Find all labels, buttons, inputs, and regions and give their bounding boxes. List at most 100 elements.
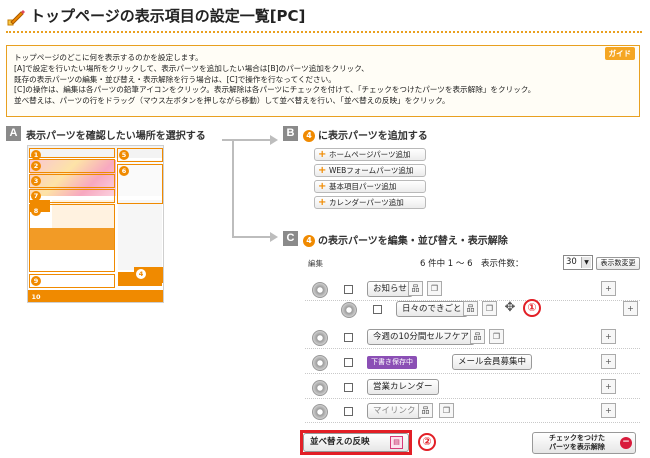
region-8[interactable]: 8 xyxy=(29,204,115,272)
copy-icon[interactable]: ❐ xyxy=(489,329,504,344)
region-4[interactable]: 4 xyxy=(134,267,163,283)
add-child-icon[interactable]: + xyxy=(601,281,616,296)
draft-status-badge: 下書き保存中 xyxy=(367,356,417,369)
section-b-title: 4 に表示パーツを追加する xyxy=(303,127,428,142)
guide-text: トップページのどこに何を表示するのかを設定します。 [A]で設定を行いたい場所を… xyxy=(14,53,535,107)
copy-icon[interactable]: ❐ xyxy=(439,403,454,418)
gear-icon[interactable] xyxy=(312,404,328,420)
section-a-letter: A xyxy=(6,126,21,141)
part-row-child[interactable]: 日々のできごと 品 ❐ ✥ ① + xyxy=(305,299,640,321)
row-checkbox[interactable] xyxy=(344,333,353,342)
gear-icon[interactable] xyxy=(312,380,328,396)
plus-icon: + xyxy=(318,197,327,208)
add-button-label: WEBフォームパーツ追加 xyxy=(329,166,414,175)
add-calendar-part-button[interactable]: + カレンダーパーツ追加 xyxy=(314,196,426,209)
change-count-button[interactable]: 表示数変更 xyxy=(596,257,640,270)
add-homepage-part-button[interactable]: + ホームページパーツ追加 xyxy=(314,148,426,161)
page-layout-thumbnail: 1 2 3 4 5 6 7 8 9 10 xyxy=(27,145,164,303)
part-name-button[interactable]: 日々のできごと xyxy=(396,301,468,317)
add-child-icon[interactable]: + xyxy=(601,403,616,418)
region-number: 3 xyxy=(31,176,41,186)
plus-icon: + xyxy=(318,149,327,160)
section-b-letter: B xyxy=(283,126,298,141)
sitemap-icon[interactable]: 品 xyxy=(418,403,433,418)
section-c-letter: C xyxy=(283,231,298,246)
connector-arrow xyxy=(232,236,270,238)
hide-button-label-line1: チェックをつけた xyxy=(549,434,605,442)
add-webform-part-button[interactable]: + WEBフォームパーツ追加 xyxy=(314,164,426,177)
gear-icon[interactable] xyxy=(341,302,357,318)
part-name-button[interactable]: メール会員募集中 xyxy=(452,354,533,370)
part-name-button[interactable]: マイリンク xyxy=(367,403,422,419)
edit-column-header: 編集 xyxy=(308,259,323,268)
pager-text: 6 件中 1 ～ 6 表示件数： xyxy=(420,259,524,269)
guide-tag: ガイド xyxy=(604,47,635,60)
region-number: 8 xyxy=(31,206,41,216)
per-page-select[interactable]: 30 ▼ xyxy=(563,255,593,270)
sitemap-icon[interactable]: 品 xyxy=(463,301,478,316)
guide-line: [A]で設定を行いたい場所をクリックして、表示パーツを追加したい場合は[B]のパ… xyxy=(14,63,369,73)
add-child-icon[interactable]: + xyxy=(601,379,616,394)
add-button-label: 基本項目パーツ追加 xyxy=(329,182,397,191)
part-row[interactable]: 今週の10分間セルフケア 品 ❐ + xyxy=(305,327,640,349)
per-page-value: 30 xyxy=(566,257,577,267)
row-checkbox[interactable] xyxy=(373,305,382,314)
part-row[interactable]: 営業カレンダー + xyxy=(305,377,640,399)
add-button-label: ホームページパーツ追加 xyxy=(329,150,411,159)
arrow-head-icon xyxy=(270,135,278,145)
guide-line: 並べ替えは、パーツの行をドラッグ（マウス左ボタンを押しながら移動）して並べ替えを… xyxy=(14,96,450,106)
region-2[interactable]: 2 xyxy=(29,159,115,173)
arrow-head-icon xyxy=(270,232,278,242)
connector-arrow xyxy=(232,139,270,141)
add-child-icon[interactable]: + xyxy=(601,329,616,344)
thumb-block xyxy=(118,200,162,270)
guide-line: 既存の表示パーツの編集・並び替え・表示解除を行う場合は、[C]で操作を行なってく… xyxy=(14,74,336,84)
add-child-icon[interactable]: + xyxy=(601,354,616,369)
gear-icon[interactable] xyxy=(312,355,328,371)
part-row[interactable]: お知らせ 品 ❐ + xyxy=(305,279,640,301)
region-number: 7 xyxy=(31,191,41,201)
region-1[interactable]: 1 xyxy=(29,148,115,160)
sitemap-icon[interactable]: 品 xyxy=(470,329,485,344)
plus-icon: + xyxy=(318,181,327,192)
part-name-button[interactable]: 今週の10分間セルフケア xyxy=(367,329,475,345)
region-7[interactable]: 7 xyxy=(29,189,115,203)
move-icon[interactable]: ✥ xyxy=(502,300,518,316)
page-title: トップページの表示項目の設定一覧[PC] xyxy=(30,7,306,25)
row-checkbox[interactable] xyxy=(344,407,353,416)
copy-icon[interactable]: ❐ xyxy=(482,301,497,316)
guide-box: ガイド トップページのどこに何を表示するのかを設定します。 [A]で設定を行いた… xyxy=(6,45,640,117)
region-5[interactable]: 5 xyxy=(117,148,163,162)
row-checkbox[interactable] xyxy=(344,285,353,294)
part-name-button[interactable]: 営業カレンダー xyxy=(367,379,439,395)
region-6[interactable]: 6 xyxy=(117,164,163,204)
title-divider xyxy=(6,31,642,33)
connector-arrow xyxy=(222,139,232,141)
section-c-title-text: の表示パーツを編集・並び替え・表示解除 xyxy=(318,236,508,247)
region-10[interactable]: 10 xyxy=(29,290,163,302)
row-checkbox[interactable] xyxy=(344,383,353,392)
part-name-button[interactable]: お知らせ xyxy=(367,281,413,297)
region-3[interactable]: 3 xyxy=(29,174,115,188)
section-c-title: 4 の表示パーツを編集・並び替え・表示解除 xyxy=(303,232,508,247)
part-row[interactable]: 下書き保存中 メール会員募集中 + xyxy=(305,352,640,374)
section-c-number: 4 xyxy=(303,235,315,247)
chevron-down-icon: ▼ xyxy=(581,257,591,268)
region-number: 6 xyxy=(119,166,129,176)
gear-icon[interactable] xyxy=(312,282,328,298)
region-number: 4 xyxy=(136,269,146,279)
reorder-icon: ▤ xyxy=(390,436,403,449)
add-child-icon[interactable]: + xyxy=(623,301,638,316)
part-row[interactable]: マイリンク 品 ❐ + xyxy=(305,401,640,423)
guide-line: トップページのどこに何を表示するのかを設定します。 xyxy=(14,53,203,62)
region-9[interactable]: 9 xyxy=(29,274,115,288)
section-a-title: 表示パーツを確認したい場所を選択する xyxy=(26,131,206,142)
add-basic-part-button[interactable]: + 基本項目パーツ追加 xyxy=(314,180,426,193)
pencil-icon xyxy=(7,10,25,26)
gear-icon[interactable] xyxy=(312,330,328,346)
region-number: 10 xyxy=(31,292,41,302)
sitemap-icon[interactable]: 品 xyxy=(408,281,423,296)
page-header: トップページの表示項目の設定一覧[PC] xyxy=(0,0,650,36)
row-checkbox[interactable] xyxy=(344,358,353,367)
copy-icon[interactable]: ❐ xyxy=(427,281,442,296)
